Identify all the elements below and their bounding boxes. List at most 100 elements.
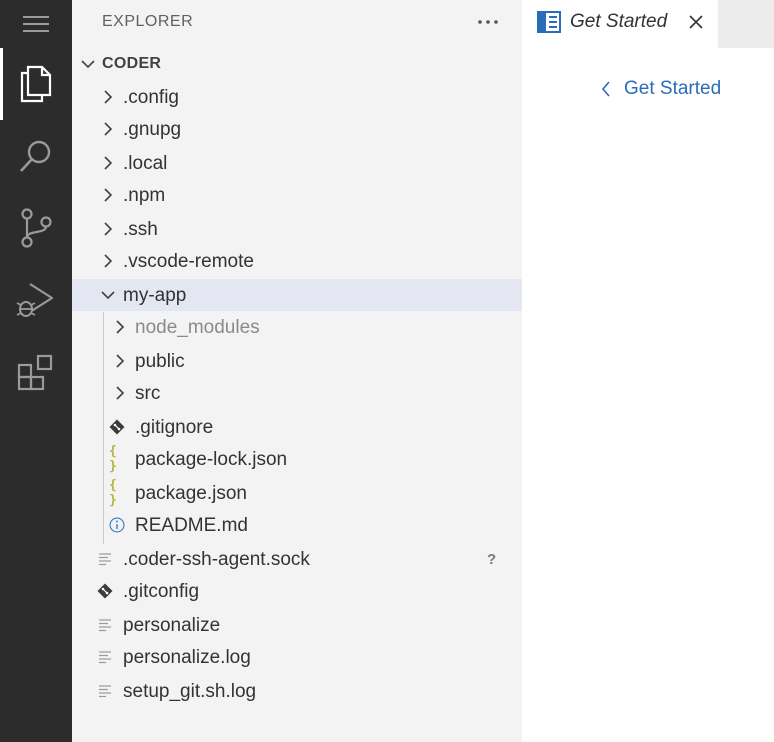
twistie[interactable] (100, 253, 116, 269)
activity-explorer[interactable] (0, 48, 72, 120)
twistie[interactable] (112, 385, 128, 401)
twistie[interactable] (112, 353, 128, 369)
tree-item-label: personalize.log (123, 647, 251, 668)
tree-file[interactable]: README.md (72, 509, 522, 541)
source-control-icon (21, 208, 52, 248)
tree-item-label: .local (123, 153, 168, 174)
tree-folder[interactable]: .config (72, 81, 522, 113)
tree-item-label: .gitconfig (123, 581, 200, 602)
tree-folder[interactable]: node_modules (72, 311, 522, 343)
file-icon (97, 617, 113, 633)
untracked-badge: ? (487, 551, 497, 568)
sidebar-title: EXPLORER (102, 13, 194, 30)
tree-item-label: personalize (123, 615, 221, 636)
chevron-right-icon (104, 222, 113, 236)
workspace-section-header[interactable]: CODER (72, 48, 522, 80)
file-icon (97, 583, 113, 599)
twistie[interactable] (112, 319, 128, 335)
file-icon: { } (109, 444, 125, 474)
extensions-icon (17, 354, 53, 391)
tree-item-label: .config (123, 87, 179, 108)
tree-folder[interactable]: .ssh (72, 213, 522, 245)
twistie[interactable] (100, 155, 116, 171)
chevron-down-icon (101, 291, 115, 300)
file-icon (97, 551, 113, 567)
activity-extensions[interactable] (0, 336, 72, 408)
git-file-icon (97, 583, 113, 599)
tree-item-label: src (135, 383, 161, 404)
tree-folder[interactable]: .vscode-remote (72, 245, 522, 277)
tree-item-label: package-lock.json (135, 449, 288, 470)
tree-file[interactable]: { } package-lock.json (72, 443, 522, 475)
back-link-label: Get Started (624, 78, 722, 99)
git-file-icon (109, 419, 125, 435)
chevron-right-icon (116, 354, 125, 368)
tree-item-label: setup_git.sh.log (123, 681, 257, 702)
tree-folder[interactable]: src (72, 377, 522, 409)
chevron-right-icon (116, 386, 125, 400)
twistie[interactable] (100, 187, 116, 203)
activity-run-debug[interactable] (0, 264, 72, 336)
menu-button[interactable] (0, 0, 72, 48)
run-debug-icon (16, 283, 54, 317)
chevron-right-icon (104, 188, 113, 202)
tree-file[interactable]: setup_git.sh.log (72, 675, 522, 707)
file-icon: { } (109, 478, 125, 508)
tree-item-label: .vscode-remote (123, 251, 254, 272)
more-actions-button[interactable] (474, 10, 502, 34)
hamburger-icon (23, 16, 49, 32)
search-icon (20, 140, 51, 172)
tree-file[interactable]: .gitignore (72, 411, 522, 443)
vscode-window: EXPLORER CODER .config .gnupg .local .npm .s… (0, 0, 774, 742)
chevron-down-icon (81, 60, 95, 69)
twistie[interactable] (100, 221, 116, 237)
tree-item-label: .gitignore (135, 417, 214, 438)
sidebar-header: EXPLORER (72, 0, 522, 44)
ellipsis-icon (478, 20, 498, 24)
json-file-icon: { } (109, 478, 117, 508)
tab-label: Get Started (570, 11, 668, 32)
tree-file[interactable]: .coder-ssh-agent.sock? (72, 543, 522, 575)
file-icon (97, 649, 113, 665)
tree-item-label: .gnupg (123, 119, 182, 140)
files-icon (20, 65, 52, 103)
json-file-icon: { } (109, 444, 117, 474)
tree-file[interactable]: { } package.json (72, 477, 522, 509)
file-icon (97, 683, 113, 699)
tree-item-label: package.json (135, 483, 247, 504)
chevron-left-icon (601, 81, 610, 97)
tree-folder[interactable]: .local (72, 147, 522, 179)
tree-file[interactable]: personalize (72, 609, 522, 641)
getting-started-icon (537, 11, 561, 33)
tree-folder[interactable]: .npm (72, 179, 522, 211)
twistie[interactable] (100, 121, 116, 137)
tree-folder[interactable]: my-app (72, 279, 522, 311)
activity-search[interactable] (0, 120, 72, 192)
twistie[interactable] (100, 89, 116, 105)
close-icon[interactable] (688, 14, 704, 30)
activity-source-control[interactable] (0, 192, 72, 264)
tree-folder[interactable]: public (72, 345, 522, 377)
tab-get-started[interactable]: Get Started (522, 0, 718, 48)
info-file-icon (109, 517, 125, 533)
twistie[interactable] (100, 287, 116, 303)
tree-item-label: public (135, 351, 185, 372)
chevron-right-icon (104, 156, 113, 170)
file-icon (109, 517, 125, 533)
chevron-right-icon (104, 254, 113, 268)
tree-folder[interactable]: .gnupg (72, 113, 522, 145)
chevron-right-icon (104, 122, 113, 136)
file-icon (109, 419, 125, 435)
tree-file[interactable]: personalize.log (72, 641, 522, 673)
text-file-icon (99, 685, 111, 698)
tree-item-label: my-app (123, 285, 187, 306)
activity-bar (0, 0, 72, 742)
text-file-icon (99, 619, 111, 632)
workspace-title: CODER (102, 55, 162, 72)
tree-item-label: .npm (123, 185, 166, 206)
tree-item-label: .coder-ssh-agent.sock (123, 549, 310, 570)
text-file-icon (99, 651, 111, 664)
chevron-right-icon (116, 320, 125, 334)
tree-file[interactable]: .gitconfig (72, 575, 522, 607)
text-file-icon (99, 553, 111, 566)
